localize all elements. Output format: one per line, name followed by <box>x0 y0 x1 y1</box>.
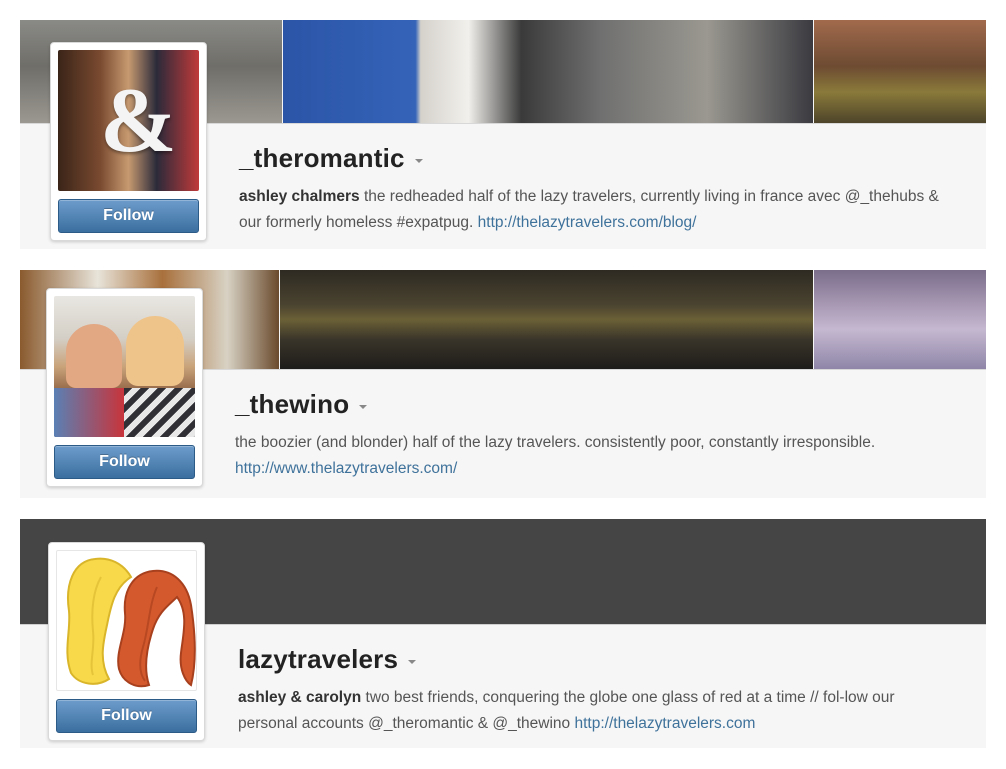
bio: the boozier (and blonder) half of the la… <box>235 430 955 482</box>
banner-photo-water <box>280 270 813 369</box>
profile-info: lazytravelers ashley & carolyn two best … <box>238 644 958 737</box>
bio-name: ashley & carolyn <box>238 689 362 706</box>
follow-button[interactable]: Follow <box>58 199 199 233</box>
bio-link[interactable]: http://thelazytravelers.com <box>574 715 755 732</box>
dropdown-caret-icon[interactable] <box>414 158 423 163</box>
avatar[interactable] <box>54 296 195 437</box>
username[interactable]: _thewino <box>235 389 349 420</box>
dropdown-caret-icon[interactable] <box>359 404 368 409</box>
bio: ashley & carolyn two best friends, conqu… <box>238 685 958 737</box>
avatar[interactable] <box>56 550 197 691</box>
follow-button[interactable]: Follow <box>54 445 195 479</box>
follow-button[interactable]: Follow <box>56 699 197 733</box>
avatar[interactable]: & <box>58 50 199 191</box>
avatar-frame: Follow <box>46 288 203 487</box>
banner-photo-canal <box>814 20 986 123</box>
avatar-figure-right <box>126 316 184 386</box>
profile-card-thewino: Follow _thewino the boozier (and blonder… <box>20 270 986 498</box>
avatar-shirt-left <box>54 388 124 437</box>
profile-card-theromantic: & Follow _theromantic ashley chalmers th… <box>20 20 986 249</box>
bio: ashley chalmers the redheaded half of th… <box>239 184 959 236</box>
avatar-frame: & Follow <box>50 42 207 241</box>
bio-link[interactable]: http://www.thelazytravelers.com/ <box>235 460 457 477</box>
profile-info: _theromantic ashley chalmers the redhead… <box>239 143 959 236</box>
profile-info: _thewino the boozier (and blonder) half … <box>235 389 955 482</box>
bio-text: the boozier (and blonder) half of the la… <box>235 434 876 451</box>
bio-link[interactable]: http://thelazytravelers.com/blog/ <box>478 214 697 231</box>
ampersand-sign-icon: & <box>100 69 177 171</box>
profile-card-lazytravelers: Follow lazytravelers ashley & carolyn tw… <box>20 519 986 748</box>
bio-name: ashley chalmers <box>239 188 360 205</box>
avatar-figure-left <box>66 324 122 388</box>
banner-photo-couple <box>283 20 813 123</box>
avatar-frame: Follow <box>48 542 205 741</box>
username[interactable]: _theromantic <box>239 143 405 174</box>
hair-illustration-icon <box>66 557 196 688</box>
dropdown-caret-icon[interactable] <box>408 659 417 664</box>
avatar-shirt-right <box>124 388 195 437</box>
username[interactable]: lazytravelers <box>238 644 398 675</box>
banner-photo-harbor <box>814 270 986 369</box>
